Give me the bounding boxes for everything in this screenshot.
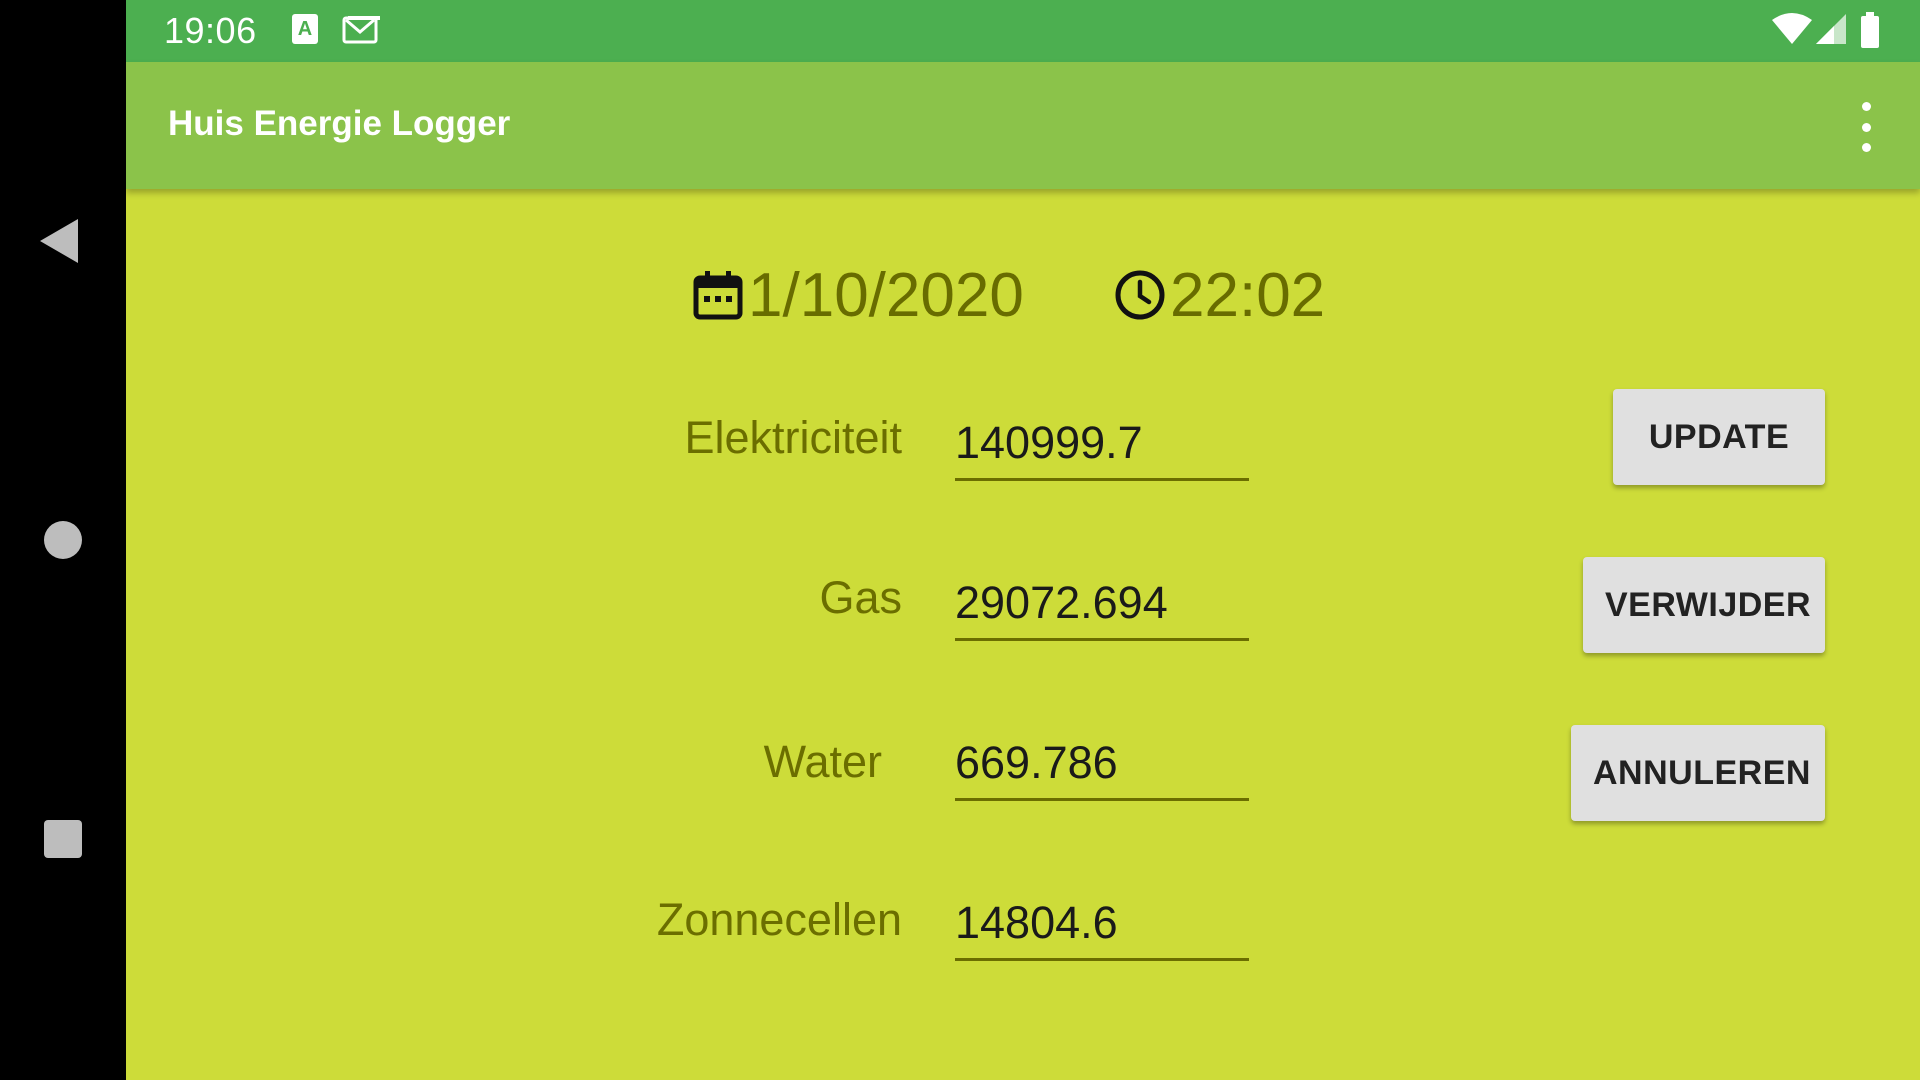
solar-input[interactable]: [955, 888, 1249, 961]
electricity-input[interactable]: [955, 408, 1249, 481]
wifi-icon: [1772, 12, 1812, 51]
system-navigation-bar: [0, 0, 126, 1080]
date-value: 1/10/2020: [748, 260, 1024, 330]
text-a-icon: A: [292, 14, 318, 44]
delete-button[interactable]: VERWIJDER: [1583, 557, 1825, 653]
status-time: 19:06: [164, 10, 257, 51]
cancel-button[interactable]: ANNULEREN: [1571, 725, 1825, 821]
recents-icon: [44, 820, 82, 858]
time-value: 22:02: [1170, 260, 1326, 330]
water-label: Water: [763, 736, 882, 787]
signal-icon: [1814, 12, 1848, 51]
mail-icon: [342, 14, 382, 51]
gas-input[interactable]: [955, 568, 1249, 641]
back-icon: [40, 219, 78, 263]
recents-button[interactable]: [0, 784, 126, 894]
back-button[interactable]: [0, 186, 126, 296]
clock-icon: [1115, 270, 1165, 320]
home-icon: [44, 521, 82, 559]
screen: 19:06 A Huis Energie Logger 1/10/2020 22…: [0, 0, 1920, 1080]
overflow-menu-icon[interactable]: [1852, 102, 1880, 152]
status-bar: 19:06 A: [126, 0, 1920, 62]
home-button[interactable]: [0, 485, 126, 595]
electricity-label: Elektriciteit: [684, 412, 902, 463]
water-input[interactable]: [955, 728, 1249, 801]
battery-icon: [1860, 12, 1880, 53]
date-picker[interactable]: 1/10/2020: [692, 255, 1024, 335]
solar-label: Zonnecellen: [656, 894, 902, 945]
time-picker[interactable]: 22:02: [1114, 255, 1325, 335]
app-bar: Huis Energie Logger: [126, 62, 1920, 189]
calendar-icon: [693, 271, 743, 320]
update-button[interactable]: UPDATE: [1613, 389, 1825, 485]
app-title: Huis Energie Logger: [168, 104, 511, 143]
gas-label: Gas: [819, 572, 902, 623]
